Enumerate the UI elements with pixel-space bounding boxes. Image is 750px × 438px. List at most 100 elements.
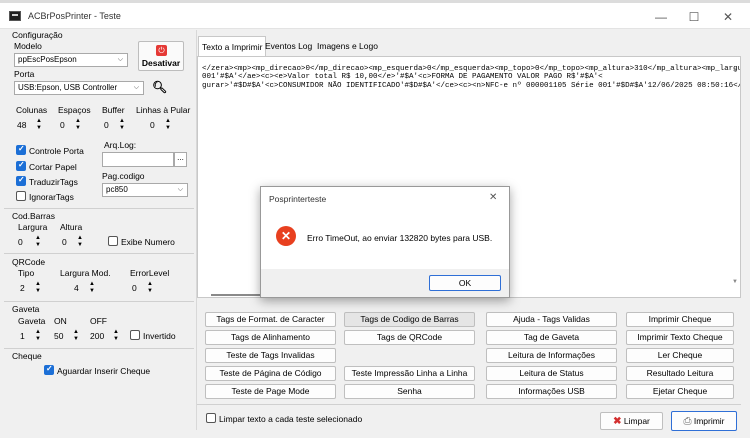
browse-button[interactable]: ... xyxy=(174,152,187,167)
limpar-label: Limpar xyxy=(623,416,650,426)
senha-button[interactable]: Senha xyxy=(344,384,475,399)
tab-imagens-logo[interactable]: Imagens e Logo xyxy=(314,36,381,56)
spin-arrows-icon[interactable]: ▲ ▼ xyxy=(34,329,42,343)
leitura-status-button[interactable]: Leitura de Status xyxy=(486,366,617,381)
teste-tags-invalidas-button[interactable]: Teste de Tags Invalidas xyxy=(205,348,336,363)
window-title: ACBrPosPrinter - Teste xyxy=(28,11,121,21)
leitura-informacoes-button[interactable]: Leitura de Informações xyxy=(486,348,617,363)
porta-value: USB:Epson, USB Controller xyxy=(18,83,118,92)
spin-arrows-icon[interactable]: ▲ ▼ xyxy=(112,329,120,343)
aguardar-cheque-label: Aguardar Inserir Cheque xyxy=(57,366,151,376)
colunas-spinner[interactable]: 48 ▲ ▼ xyxy=(17,118,43,132)
scroll-down-icon[interactable]: ▼ xyxy=(732,279,738,285)
qrcode-tipo-spinner[interactable]: 2 ▲ ▼ xyxy=(20,281,42,295)
spin-arrows-icon[interactable]: ▲ ▼ xyxy=(74,118,82,132)
invertido-checkbox[interactable] xyxy=(130,330,140,340)
espacos-label: Espaços xyxy=(58,105,91,115)
tag-gaveta-button[interactable]: Tag de Gaveta xyxy=(486,330,617,345)
imprimir-cheque-button[interactable]: Imprimir Cheque xyxy=(626,312,734,327)
divider xyxy=(4,253,194,254)
close-button[interactable]: ✕ xyxy=(713,7,743,27)
spin-arrows-icon[interactable]: ▲ ▼ xyxy=(164,118,172,132)
qrcode-error-label: ErrorLevel xyxy=(130,268,170,278)
codbarras-altura-spinner[interactable]: 0 ▲ ▼ xyxy=(62,235,84,249)
minimize-button[interactable]: — xyxy=(646,7,676,27)
aguardar-cheque-checkbox[interactable] xyxy=(44,364,54,375)
buffer-spinner[interactable]: 0 ▲ ▼ xyxy=(104,118,126,132)
scroll-up-icon[interactable]: ▲ xyxy=(732,67,738,73)
traduzir-tags-checkbox[interactable] xyxy=(16,175,26,186)
power-icon: ⏻ xyxy=(156,45,167,56)
controle-porta-checkbox[interactable] xyxy=(16,144,26,155)
spin-arrows-icon[interactable]: ▲ ▼ xyxy=(72,329,80,343)
gaveta-spinner[interactable]: 1 ▲ ▼ xyxy=(20,329,42,343)
buffer-label: Buffer xyxy=(102,105,125,115)
spin-arrows-icon[interactable]: ▲ ▼ xyxy=(34,281,42,295)
tags-alinhamento-button[interactable]: Tags de Alinhamento xyxy=(205,330,336,345)
arq-log-input[interactable] xyxy=(102,152,174,167)
desativar-button[interactable]: ⏻ Desativar xyxy=(138,41,184,71)
ignorar-tags-checkbox[interactable] xyxy=(16,191,26,201)
controle-porta-label: Controle Porta xyxy=(29,146,84,156)
tags-codigo-barras-button[interactable]: Tags de Codigo de Barras xyxy=(344,312,475,327)
spin-arrows-icon[interactable]: ▲ ▼ xyxy=(34,235,42,249)
spin-arrows-icon[interactable]: ▲ ▼ xyxy=(35,118,43,132)
app-icon xyxy=(9,11,21,21)
printer-icon: ⎙ xyxy=(683,416,692,427)
informacoes-usb-button[interactable]: Informações USB xyxy=(486,384,617,399)
spin-arrows-icon[interactable]: ▲ ▼ xyxy=(76,235,84,249)
teste-linha-a-linha-button[interactable]: Teste Impressão Linha a Linha xyxy=(344,366,475,381)
colunas-label: Colunas xyxy=(16,105,48,115)
ejetar-cheque-button[interactable]: Ejetar Cheque xyxy=(626,384,734,399)
search-icon[interactable]: 🔍︎ xyxy=(152,80,167,94)
espacos-spinner[interactable]: 0 ▲ ▼ xyxy=(60,118,82,132)
config-heading: Configuração xyxy=(12,30,63,40)
limpar-texto-checkbox[interactable] xyxy=(206,413,216,423)
config-panel: Configuração Modelo ppEscPosEpson ⌵ ⏻ Des… xyxy=(4,30,194,430)
tags-format-caracter-button[interactable]: Tags de Format. de Caracter xyxy=(205,312,336,327)
ler-cheque-button[interactable]: Ler Cheque xyxy=(626,348,734,363)
qrcode-tipo-label: Tipo xyxy=(18,268,35,278)
modelo-select[interactable]: ppEscPosEpson ⌵ xyxy=(14,53,128,67)
tags-qrcode-button[interactable]: Tags de QRCode xyxy=(344,330,475,345)
cortar-papel-checkbox[interactable] xyxy=(16,160,26,171)
resultado-leitura-button[interactable]: Resultado Leitura xyxy=(626,366,734,381)
teste-pagina-codigo-button[interactable]: Teste de Página de Código xyxy=(205,366,336,381)
tab-eventos-log[interactable]: Eventos Log xyxy=(262,36,315,56)
dialog-close-button[interactable]: ✕ xyxy=(489,192,497,203)
imprimir-button[interactable]: ⎙ Imprimir xyxy=(671,411,737,431)
porta-select[interactable]: USB:Epson, USB Controller ⌵ xyxy=(14,81,144,95)
error-icon: ✕ xyxy=(276,226,296,246)
teste-page-mode-button[interactable]: Teste de Page Mode xyxy=(205,384,336,399)
spin-arrows-icon[interactable]: ▲ ▼ xyxy=(146,281,154,295)
ajuda-tags-button[interactable]: Ajuda - Tags Validas xyxy=(486,312,617,327)
qrcode-heading: QRCode xyxy=(12,257,46,267)
limpar-button[interactable]: ✖ Limpar xyxy=(600,412,663,430)
linhas-spinner[interactable]: 0 ▲ ▼ xyxy=(150,118,172,132)
buffer-value: 0 xyxy=(104,120,109,130)
gaveta-on-spinner[interactable]: 50 ▲ ▼ xyxy=(54,329,80,343)
gaveta-on-label: ON xyxy=(54,316,67,326)
codbarras-largura-label: Largura xyxy=(18,222,48,232)
spin-arrows-icon[interactable]: ▲ ▼ xyxy=(88,281,96,295)
gaveta-off-value: 200 xyxy=(90,331,105,341)
tab-texto-imprimir[interactable]: Texto a Imprimir xyxy=(198,36,267,56)
codbarras-largura-spinner[interactable]: 0 ▲ ▼ xyxy=(18,235,42,249)
modelo-value: ppEscPosEpson xyxy=(18,55,77,64)
porta-label: Porta xyxy=(14,69,35,79)
gaveta-off-spinner[interactable]: 200 ▲ ▼ xyxy=(90,329,120,343)
spin-arrows-icon[interactable]: ▲ ▼ xyxy=(118,118,126,132)
maximize-button[interactable]: ☐ xyxy=(679,7,709,27)
qrcode-error-spinner[interactable]: 0 ▲ ▼ xyxy=(132,281,154,295)
exibe-numero-checkbox[interactable] xyxy=(108,236,118,246)
divider xyxy=(197,404,741,405)
gaveta-label: Gaveta xyxy=(18,316,46,326)
ok-button[interactable]: OK xyxy=(429,275,501,291)
gaveta-on-value: 50 xyxy=(54,331,64,341)
qrcode-largura-spinner[interactable]: 4 ▲ ▼ xyxy=(74,281,96,295)
desativar-label: Desativar xyxy=(141,58,181,68)
cheque-heading: Cheque xyxy=(12,351,42,361)
pagcodigo-select[interactable]: pc850 ⌵ xyxy=(102,183,188,197)
imprimir-texto-cheque-button[interactable]: Imprimir Texto Cheque xyxy=(626,330,734,345)
dialog-body: ✕ Erro TimeOut, ao enviar 132820 bytes p… xyxy=(261,211,509,269)
